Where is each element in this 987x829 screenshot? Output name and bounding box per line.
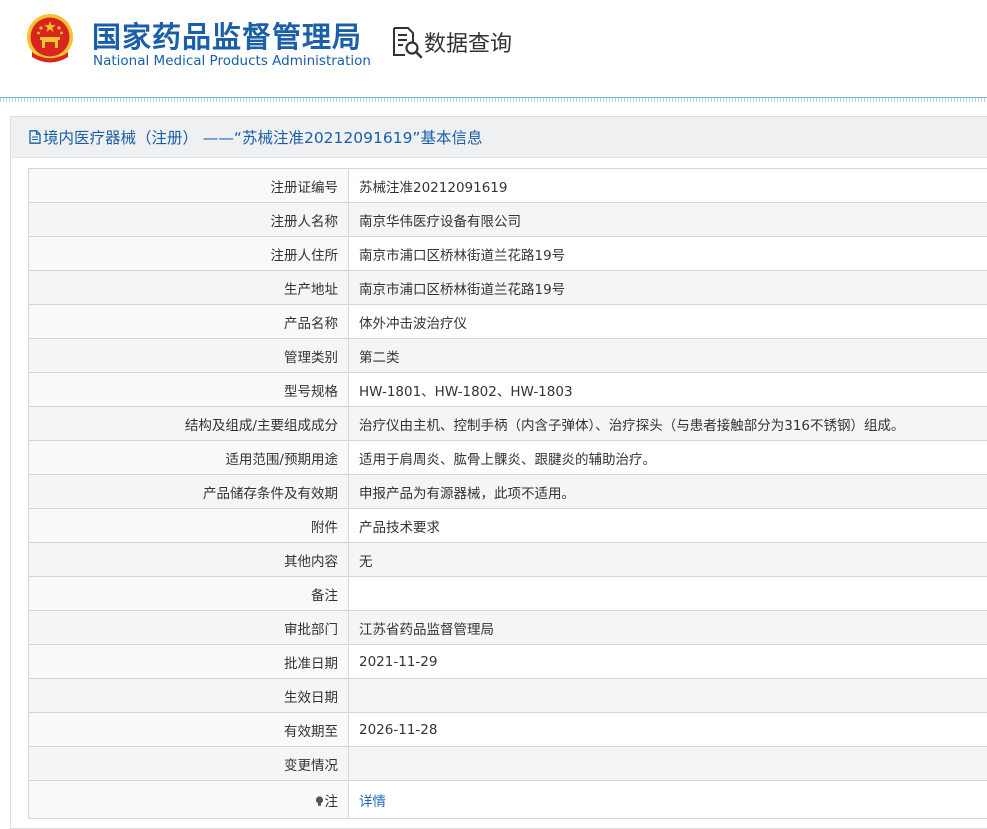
- field-value: 体外冲击波治疗仪: [348, 304, 987, 339]
- table-row: 注册人名称 南京华伟医疗设备有限公司: [28, 202, 987, 237]
- lightbulb-icon: [315, 795, 323, 806]
- document-search-icon: [393, 27, 423, 59]
- field-value: 第二类: [348, 338, 987, 373]
- registration-info-table: 注册证编号 苏械注准20212091619 注册人名称 南京华伟医疗设备有限公司 注…: [28, 168, 987, 819]
- field-value: HW-1801、HW-1802、HW-1803: [348, 372, 987, 407]
- table-row: 适用范围/预期用途 适用于肩周炎、肱骨上髁炎、跟腱炎的辅助治疗。: [28, 440, 987, 475]
- field-value: 产品技术要求: [348, 508, 987, 543]
- field-label: 结构及组成/主要组成成分: [28, 406, 349, 441]
- field-value: 适用于肩周炎、肱骨上髁炎、跟腱炎的辅助治疗。: [348, 440, 987, 475]
- table-row: 生效日期: [28, 678, 987, 713]
- field-value: 南京华伟医疗设备有限公司: [348, 202, 987, 237]
- field-value: [348, 678, 987, 713]
- field-value: [348, 746, 987, 781]
- field-label: 管理类别: [28, 338, 349, 373]
- field-label: 生产地址: [28, 270, 349, 305]
- field-value: 申报产品为有源器械，此项不适用。: [348, 474, 987, 509]
- table-row: 注 详情: [28, 780, 987, 819]
- field-value: 江苏省药品监督管理局: [348, 610, 987, 645]
- note-label-cell: 注: [28, 780, 349, 819]
- table-row: 产品储存条件及有效期 申报产品为有源器械，此项不适用。: [28, 474, 987, 509]
- table-row: 批准日期 2021-11-29: [28, 644, 987, 679]
- table-row: 注册证编号 苏械注准20212091619: [28, 168, 987, 203]
- field-value: 2026-11-28: [348, 712, 987, 747]
- field-label: 产品名称: [28, 304, 349, 339]
- field-label: 有效期至: [28, 712, 349, 747]
- table-row: 管理类别 第二类: [28, 338, 987, 373]
- field-label: 产品储存条件及有效期: [28, 474, 349, 509]
- field-value: 南京市浦口区桥林街道兰花路19号: [348, 236, 987, 271]
- field-value: 南京市浦口区桥林街道兰花路19号: [348, 270, 987, 305]
- data-query-link[interactable]: 数据查询: [388, 24, 512, 60]
- field-label: 其他内容: [28, 542, 349, 577]
- panel-title: 境内医疗器械（注册） ——“苏械注准20212091619”基本信息: [43, 129, 483, 147]
- field-label: 注册证编号: [28, 168, 349, 203]
- details-link[interactable]: 详情: [359, 794, 386, 810]
- header-divider: [0, 97, 987, 102]
- field-label: 适用范围/预期用途: [28, 440, 349, 475]
- panel-title-bar: 境内医疗器械（注册） ——“苏械注准20212091619”基本信息: [11, 117, 987, 158]
- field-label: 型号规格: [28, 372, 349, 407]
- field-label: 审批部门: [28, 610, 349, 645]
- table-row: 附件 产品技术要求: [28, 508, 987, 543]
- table-row: 生产地址 南京市浦口区桥林街道兰花路19号: [28, 270, 987, 305]
- field-label: 注册人名称: [28, 202, 349, 237]
- field-value: 苏械注准20212091619: [348, 168, 987, 203]
- org-name-en: National Medical Products Administration: [93, 53, 371, 69]
- table-row: 变更情况: [28, 746, 987, 781]
- org-name-cn: 国家药品监督管理局: [92, 20, 363, 54]
- field-value: 治疗仪由主机、控制手柄（内含子弹体）、治疗探头（与患者接触部分为316不锈钢）组…: [348, 406, 987, 441]
- data-query-label: 数据查询: [424, 32, 513, 57]
- site-header: 国家药品监督管理局 National Medical Products Admi…: [0, 0, 987, 100]
- detail-panel: 境内医疗器械（注册） ——“苏械注准20212091619”基本信息 注册证编号…: [10, 116, 987, 829]
- document-icon: [29, 130, 41, 144]
- note-value-cell: 详情: [348, 780, 987, 819]
- field-label: 注册人住所: [28, 236, 349, 271]
- field-label: 变更情况: [28, 746, 349, 781]
- table-row: 结构及组成/主要组成成分 治疗仪由主机、控制手柄（内含子弹体）、治疗探头（与患者接…: [28, 406, 987, 441]
- field-value: 无: [348, 542, 987, 577]
- table-row: 其他内容无: [28, 542, 987, 577]
- table-row: 注册人住所 南京市浦口区桥林街道兰花路19号: [28, 236, 987, 271]
- field-label: 批准日期: [28, 644, 349, 679]
- national-emblem-icon: [27, 14, 73, 63]
- note-label: 注: [324, 793, 339, 810]
- field-value: 2021-11-29: [348, 644, 987, 679]
- field-label: 生效日期: [28, 678, 349, 713]
- field-label: 附件: [28, 508, 349, 543]
- table-row: 审批部门 江苏省药品监督管理局: [28, 610, 987, 645]
- field-label: 备注: [28, 576, 349, 611]
- field-value: [348, 576, 987, 611]
- table-row: 型号规格 HW-1801、HW-1802、HW-1803: [28, 372, 987, 407]
- table-row: 有效期至 2026-11-28: [28, 712, 987, 747]
- table-row: 备注: [28, 576, 987, 611]
- table-row: 产品名称 体外冲击波治疗仪: [28, 304, 987, 339]
